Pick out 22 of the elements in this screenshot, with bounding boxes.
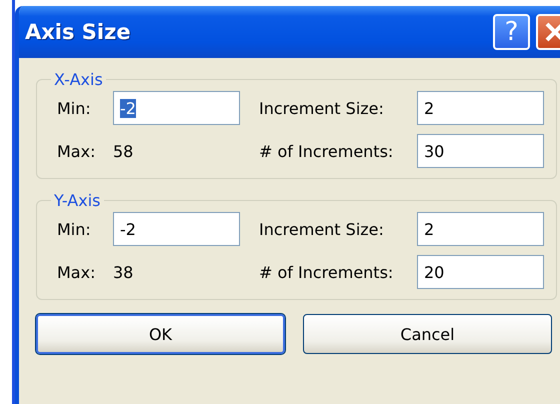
field-label: # of Increments: <box>259 262 394 282</box>
input-field[interactable]: 2 <box>417 91 544 125</box>
field-label: # of Increments: <box>259 142 394 160</box>
field-label: Min: <box>57 220 92 238</box>
input-field[interactable]: -2 <box>113 212 240 246</box>
field-label: Increment Size: <box>259 98 385 118</box>
field-value: 58 <box>113 142 134 160</box>
window-title: Axis Size <box>25 20 132 44</box>
ok-button[interactable]: OK <box>36 314 285 354</box>
input-field[interactable]: 30 <box>417 134 544 168</box>
field-label: Min: <box>57 98 92 118</box>
field-label: Increment Size: <box>259 220 385 238</box>
group-legend: Y-Axis <box>51 191 104 210</box>
field-label: Max: <box>57 262 96 282</box>
input-field[interactable]: 20 <box>417 255 544 289</box>
input-field[interactable]: 2 <box>417 212 544 246</box>
group-legend: X-Axis <box>51 70 106 89</box>
input-field[interactable]: -2 <box>113 91 240 125</box>
field-label: Max: <box>57 142 96 160</box>
cancel-button[interactable]: Cancel <box>303 314 552 354</box>
close-icon <box>544 21 560 43</box>
field-value: 38 <box>113 262 134 282</box>
